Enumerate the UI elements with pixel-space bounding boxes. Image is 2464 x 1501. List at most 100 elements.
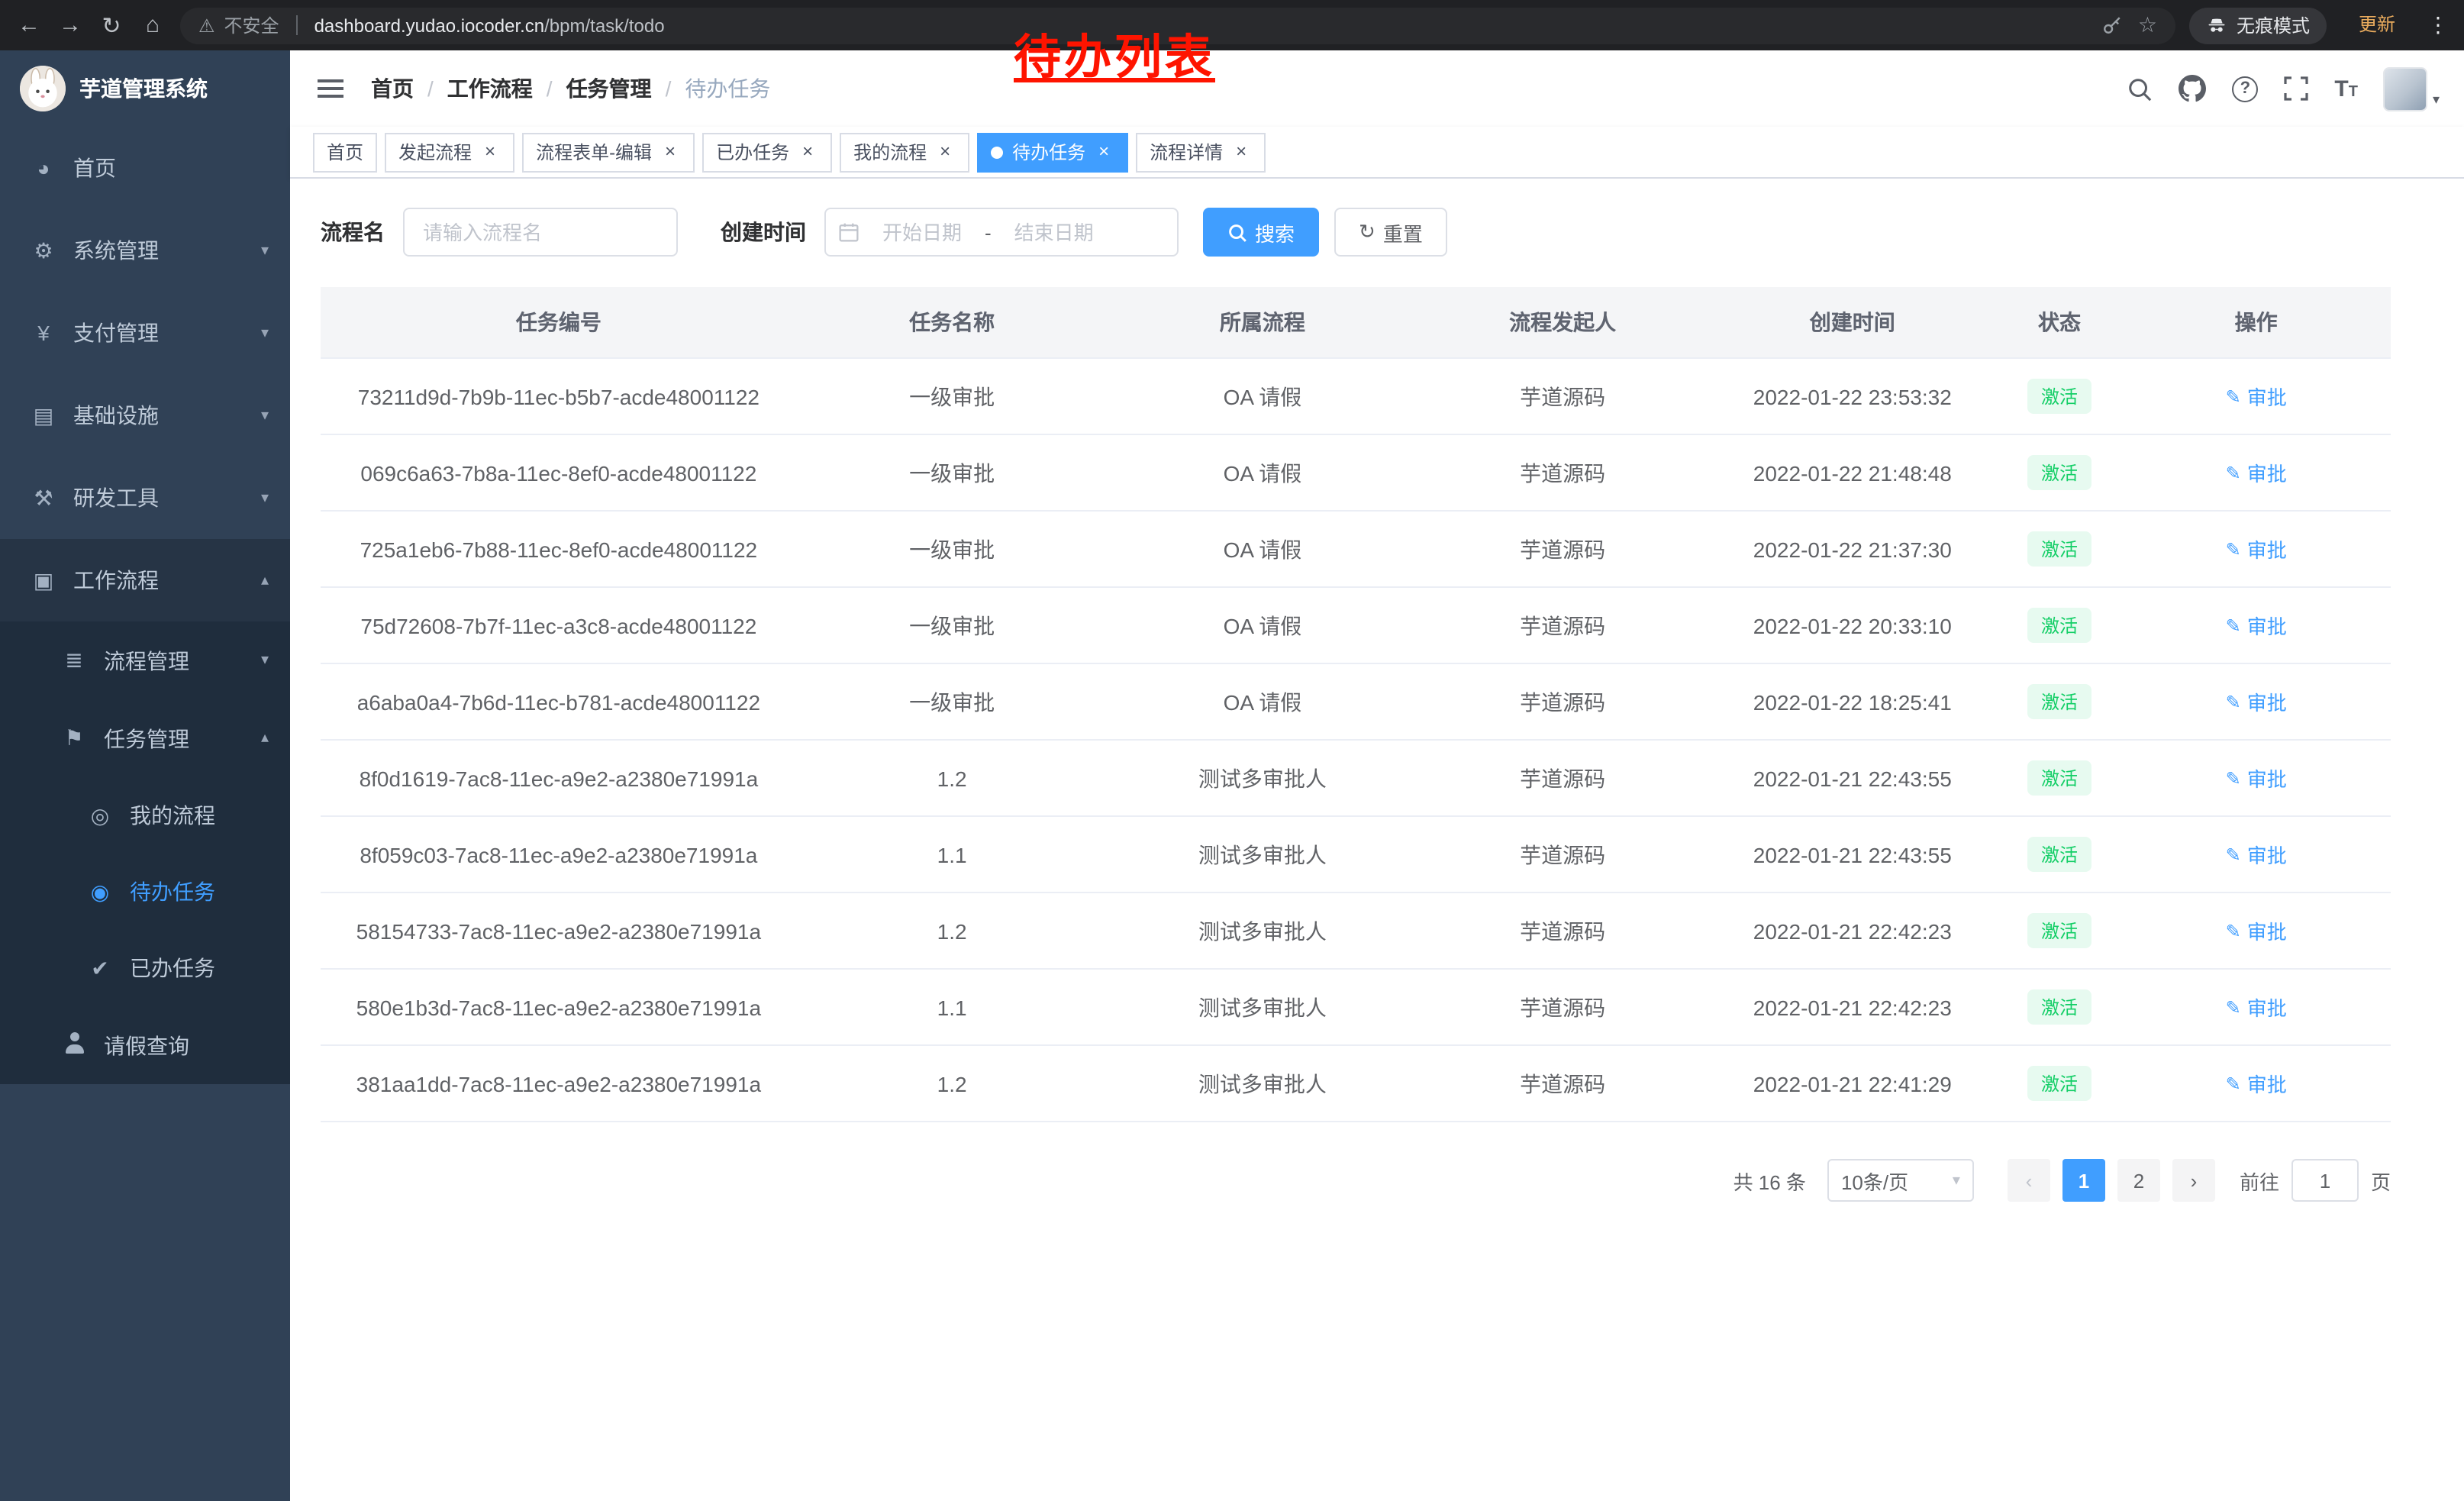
approve-link[interactable]: ✎审批 (2226, 687, 2287, 716)
approve-link[interactable]: ✎审批 (2226, 993, 2287, 1022)
todo-task-table: 任务编号 任务名称 所属流程 流程发起人 创建时间 状态 操作 73211d9d… (321, 287, 2391, 1122)
col-task-name: 任务名称 (797, 287, 1108, 358)
end-date-input[interactable] (995, 219, 1114, 245)
tab-process-form-edit[interactable]: 流程表单-编辑 × (522, 132, 695, 172)
sidebar-item-payment[interactable]: ¥ 支付管理 ▾ (0, 292, 290, 374)
search-icon (1227, 222, 1247, 242)
starter-cell: 芋道源码 (1417, 893, 1708, 969)
app-title: 芋道管理系统 (79, 73, 208, 104)
breadcrumb-separator: / (547, 76, 553, 101)
sidebar-item-home[interactable]: ◕ 首页 (0, 127, 290, 209)
password-key-icon[interactable] (2103, 15, 2123, 35)
tab-process-detail[interactable]: 流程详情 × (1136, 132, 1266, 172)
sidebar-item-done-tasks[interactable]: ✔ 已办任务 (0, 930, 290, 1006)
avatar[interactable] (2384, 66, 2428, 111)
page-1-button[interactable]: 1 (2062, 1159, 2105, 1202)
search-button[interactable]: 搜索 (1203, 208, 1319, 257)
reload-icon[interactable]: ↻ (98, 11, 125, 39)
sidebar-item-my-process[interactable]: ◎ 我的流程 (0, 777, 290, 854)
sidebar-item-infrastructure[interactable]: ▤ 基础设施 ▾ (0, 374, 290, 457)
task-id-cell: 580e1b3d-7ac8-11ec-a9e2-a2380e71991a (321, 969, 797, 1045)
sidebar-toggle-icon[interactable] (318, 87, 343, 90)
sidebar-item-leave-query[interactable]: 请假查询 (0, 1006, 290, 1084)
help-icon[interactable]: ? (2232, 76, 2258, 102)
tab-done-tasks[interactable]: 已办任务 × (702, 132, 832, 172)
date-range-picker[interactable]: - (824, 208, 1179, 257)
back-icon[interactable]: ← (15, 12, 43, 38)
col-process: 所属流程 (1108, 287, 1418, 358)
list-icon: ≣ (61, 647, 87, 673)
process-name-input[interactable] (403, 208, 678, 257)
sidebar-item-label: 已办任务 (130, 953, 215, 983)
goto-page-input[interactable] (2291, 1159, 2359, 1202)
page-size-select[interactable]: 10条/页 ▾ (1827, 1159, 1974, 1202)
starter-cell: 芋道源码 (1417, 969, 1708, 1045)
starter-cell: 芋道源码 (1417, 358, 1708, 434)
github-icon[interactable] (2179, 75, 2206, 102)
pencil-icon: ✎ (2226, 386, 2241, 407)
approve-link[interactable]: ✎审批 (2226, 763, 2287, 792)
chevron-down-icon: ▾ (2433, 91, 2440, 111)
approve-label: 审批 (2247, 916, 2287, 945)
breadcrumb-task-management[interactable]: 任务管理 (566, 73, 652, 104)
breadcrumb-home[interactable]: 首页 (371, 73, 414, 104)
table-row: 8f059c03-7ac8-11ec-a9e2-a2380e71991a 1.1… (321, 816, 2391, 893)
table-row: 069c6a63-7b8a-11ec-8ef0-acde48001122 一级审… (321, 434, 2391, 511)
breadcrumb-workflow[interactable]: 工作流程 (447, 73, 533, 104)
url-text[interactable]: dashboard.yudao.iocoder.cn/bpm/task/todo (314, 15, 665, 36)
sidebar-item-system[interactable]: ⚙ 系统管理 ▾ (0, 209, 290, 292)
sidebar-item-process-management[interactable]: ≣ 流程管理 ▾ (0, 621, 290, 699)
security-label[interactable]: 不安全 (224, 12, 279, 38)
approve-link[interactable]: ✎审批 (2226, 382, 2287, 411)
app-logo[interactable]: 芋道管理系统 (0, 50, 290, 127)
bookmark-star-icon[interactable]: ☆ (2138, 12, 2157, 38)
close-icon[interactable]: × (1093, 141, 1114, 163)
forward-icon[interactable]: → (56, 12, 84, 38)
browser-menu-icon[interactable]: ⋮ (2427, 12, 2449, 38)
fullscreen-icon[interactable] (2284, 76, 2308, 101)
pencil-icon: ✎ (2226, 920, 2241, 941)
sidebar-item-workflow[interactable]: ▣ 工作流程 ▴ (0, 539, 290, 621)
tab-home[interactable]: 首页 (313, 132, 377, 172)
task-name-cell: 1.1 (797, 969, 1108, 1045)
close-icon[interactable]: × (479, 141, 501, 163)
tab-start-process[interactable]: 发起流程 × (385, 132, 514, 172)
approve-label: 审批 (2247, 687, 2287, 716)
close-icon[interactable]: × (660, 141, 681, 163)
tab-my-process[interactable]: 我的流程 × (840, 132, 969, 172)
approve-link[interactable]: ✎审批 (2226, 534, 2287, 563)
sidebar-item-todo-tasks[interactable]: ◉ 待办任务 (0, 854, 290, 930)
table-row: 580e1b3d-7ac8-11ec-a9e2-a2380e71991a 1.1… (321, 969, 2391, 1045)
update-button[interactable]: 更新 (2340, 9, 2414, 41)
approve-link[interactable]: ✎ 审批 (2226, 916, 2287, 945)
approve-link[interactable]: ✎审批 (2226, 840, 2287, 869)
search-icon[interactable] (2127, 76, 2153, 102)
url-domain: dashboard.yudao.iocoder.cn (314, 15, 545, 36)
reset-button[interactable]: ↻ 重置 (1334, 208, 1447, 257)
approve-link[interactable]: ✎审批 (2226, 458, 2287, 487)
starter-cell: 芋道源码 (1417, 816, 1708, 893)
font-size-icon[interactable]: TT (2334, 77, 2358, 100)
close-icon[interactable]: × (797, 141, 818, 163)
task-id-cell: a6aba0a4-7b6d-11ec-b781-acde48001122 (321, 663, 797, 740)
approve-link[interactable]: ✎审批 (2226, 1069, 2287, 1098)
sidebar-item-task-management[interactable]: ⚑ 任务管理 ▴ (0, 699, 290, 777)
close-icon[interactable]: × (934, 141, 956, 163)
close-icon[interactable]: × (1230, 141, 1252, 163)
create-time-label: 创建时间 (721, 217, 806, 247)
page-2-button[interactable]: 2 (2117, 1159, 2160, 1202)
user-menu[interactable]: ▾ (2384, 66, 2440, 111)
pencil-icon: ✎ (2226, 996, 2241, 1018)
sidebar-item-label: 任务管理 (104, 723, 189, 754)
sidebar-item-devtools[interactable]: ⚒ 研发工具 ▾ (0, 457, 290, 539)
next-page-button[interactable]: › (2172, 1159, 2215, 1202)
prev-page-button[interactable]: ‹ (2008, 1159, 2050, 1202)
home-icon[interactable]: ⌂ (139, 12, 166, 38)
created-cell: 2022-01-21 22:42:23 (1708, 969, 1998, 1045)
status-badge: 激活 (2027, 455, 2091, 490)
start-date-input[interactable] (863, 219, 982, 245)
task-id-cell: 381aa1dd-7ac8-11ec-a9e2-a2380e71991a (321, 1045, 797, 1122)
process-cell: 测试多审批人 (1108, 740, 1418, 816)
approve-link[interactable]: ✎审批 (2226, 611, 2287, 640)
tab-todo-tasks[interactable]: 待办任务 × (977, 132, 1128, 172)
